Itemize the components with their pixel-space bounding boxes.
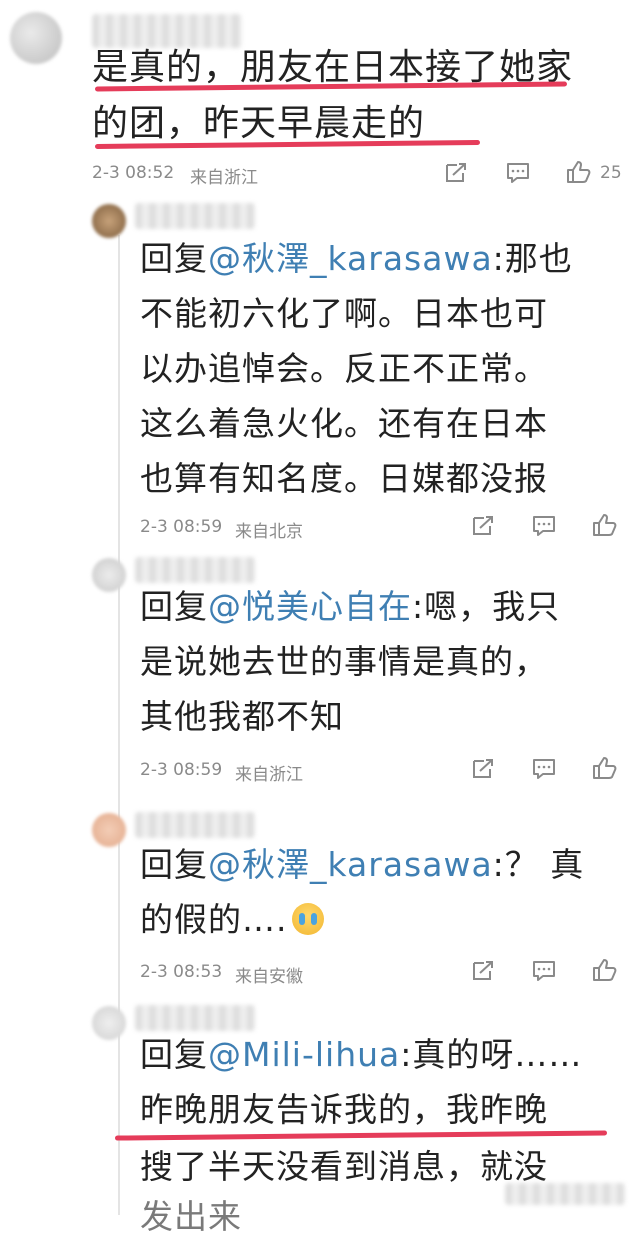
mention-link[interactable]: @秋澤_karasawa bbox=[208, 239, 493, 278]
comment-icon[interactable] bbox=[531, 757, 557, 781]
avatar[interactable] bbox=[92, 204, 126, 238]
reply-text-line: 发出来 bbox=[140, 1197, 242, 1236]
comment-location: 来自浙江 bbox=[190, 168, 258, 188]
crying-emoji-icon bbox=[291, 903, 324, 935]
mention-link[interactable]: @秋澤_karasawa bbox=[208, 845, 493, 884]
reply-text-line: 也算有知名度。日媒都没报 bbox=[140, 459, 548, 498]
reply-text-line: 不能初六化了啊。日本也可 bbox=[140, 294, 548, 333]
comment-icon[interactable] bbox=[531, 959, 557, 983]
thumbs-up-icon[interactable] bbox=[592, 958, 618, 982]
username-blurred[interactable] bbox=[135, 812, 255, 838]
comment-icon[interactable] bbox=[505, 161, 531, 185]
like-count: 25 bbox=[600, 163, 622, 183]
reply-location: 来自浙江 bbox=[235, 765, 303, 785]
reply-prefix: 回复 bbox=[140, 845, 208, 884]
reply-time: 2-3 08:53 bbox=[140, 962, 223, 982]
mention-link[interactable]: @悦美心自在 bbox=[208, 587, 412, 626]
avatar[interactable] bbox=[10, 12, 62, 64]
reply-text-line: 的假的…. bbox=[140, 893, 324, 947]
reply-thread-line bbox=[118, 235, 120, 1215]
thumbs-up-icon[interactable] bbox=[566, 160, 592, 184]
reply-prefix: 回复 bbox=[140, 587, 208, 626]
reply-text-line: 以办追悼会。反正不正常。 bbox=[140, 349, 548, 388]
reply-text-line: 其他我都不知 bbox=[140, 697, 344, 736]
reply-time: 2-3 08:59 bbox=[140, 760, 223, 780]
reply-text-line: 是说她去世的事情是真的， bbox=[140, 642, 548, 681]
reply-location: 来自北京 bbox=[235, 522, 303, 542]
reply-location: 来自安徽 bbox=[235, 967, 303, 987]
comment-time: 2-3 08:52 bbox=[92, 163, 175, 183]
share-icon[interactable] bbox=[470, 757, 496, 781]
username-blurred[interactable] bbox=[135, 203, 255, 229]
reply-time: 2-3 08:59 bbox=[140, 517, 223, 537]
reply-text: 回复@秋澤_karasawa:？ 真 bbox=[140, 845, 585, 884]
avatar[interactable] bbox=[92, 558, 126, 592]
reply-text: 回复@Mili-lihua:真的呀…… bbox=[140, 1035, 583, 1074]
thumbs-up-icon[interactable] bbox=[592, 756, 618, 780]
share-icon[interactable] bbox=[470, 514, 496, 538]
reply-text: 回复@悦美心自在:嗯，我只 bbox=[140, 587, 561, 626]
share-icon[interactable] bbox=[470, 959, 496, 983]
reply-text-line: 这么着急火化。还有在日本 bbox=[140, 404, 548, 443]
reply-prefix: 回复 bbox=[140, 1035, 208, 1074]
share-icon[interactable] bbox=[443, 161, 469, 185]
comment-icon[interactable] bbox=[531, 514, 557, 538]
avatar[interactable] bbox=[92, 813, 126, 847]
reply-text-line: 搜了半天没看到消息，就没 bbox=[140, 1147, 548, 1186]
thumbs-up-icon[interactable] bbox=[592, 513, 618, 537]
avatar[interactable] bbox=[92, 1006, 126, 1040]
watermark-blurred bbox=[505, 1183, 625, 1205]
reply-text: 回复@秋澤_karasawa:那也 bbox=[140, 239, 573, 278]
mention-link[interactable]: @Mili-lihua bbox=[208, 1035, 400, 1074]
reply-text-line: 昨晚朋友告诉我的，我昨晚 bbox=[140, 1090, 548, 1129]
reply-prefix: 回复 bbox=[140, 239, 208, 278]
